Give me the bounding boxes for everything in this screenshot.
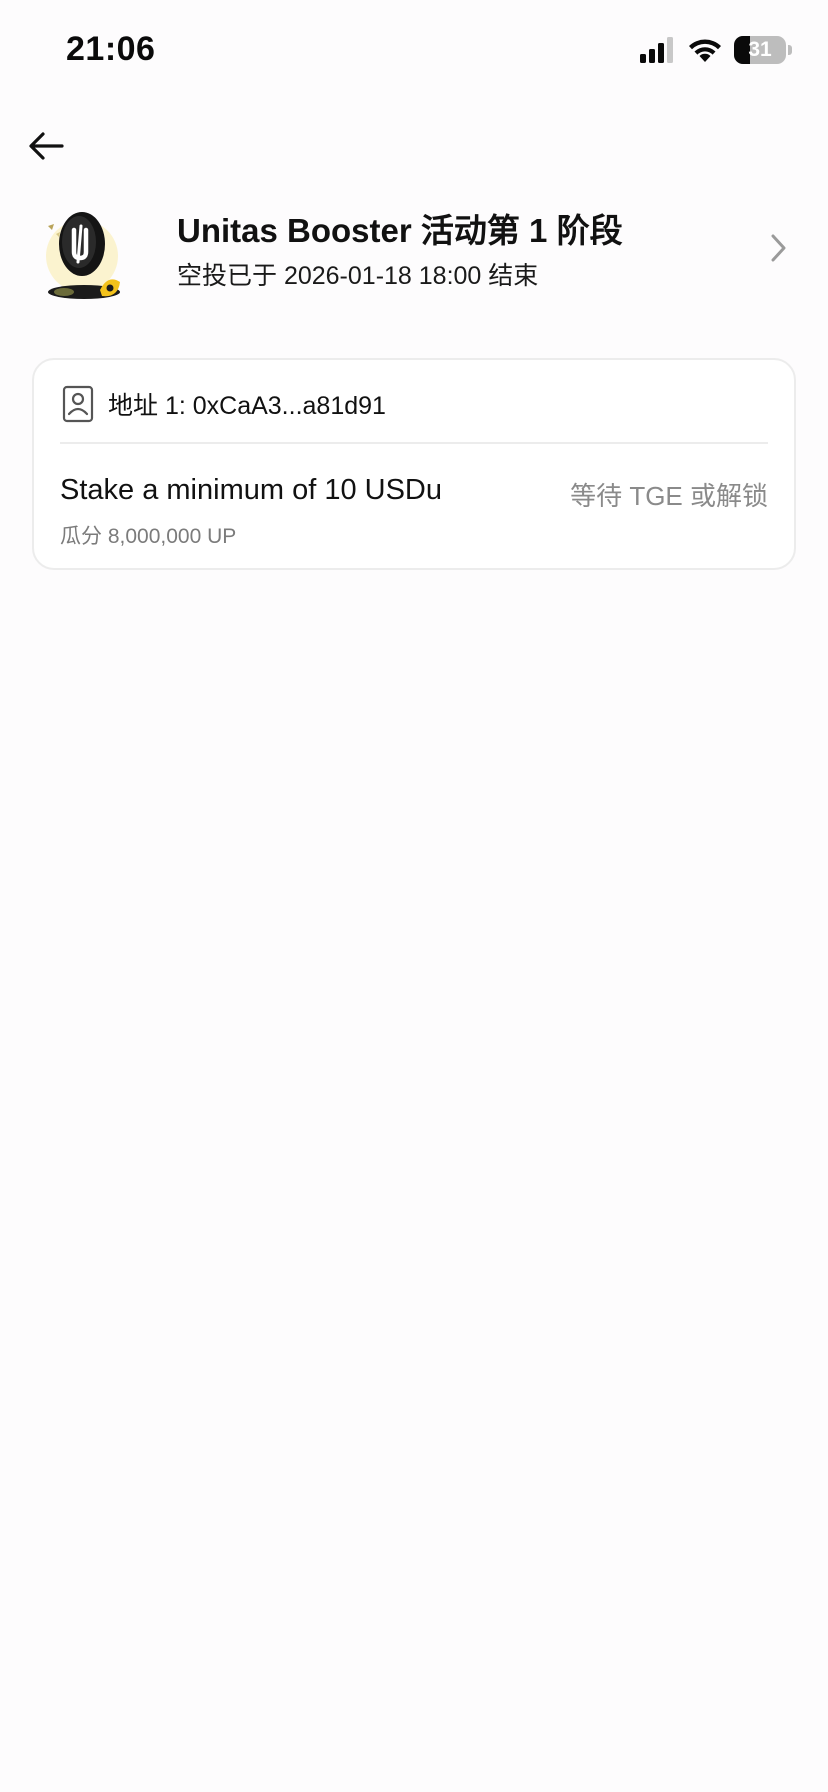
wallet-address: 地址 1: 0xCaA3...a81d91 [108,392,386,420]
status-time: 21:06 [66,30,156,68]
campaign-end-time: 空投已于 2026-01-18 18:00 结束 [177,262,539,290]
battery-level: 31 [748,38,772,61]
status-icons: 31 [640,36,792,64]
wifi-icon [689,39,721,62]
status-bar: 21:06 31 [0,0,828,100]
task-title: Stake a minimum of 10 USDu [60,474,442,506]
cellular-signal-icon [640,37,673,63]
battery-cap [788,45,792,55]
unitas-campaign-logo [46,212,120,299]
campaign-title: Unitas Booster 活动第 1 阶段 [177,212,623,249]
task-card: 地址 1: 0xCaA3...a81d91 Stake a minimum of… [32,358,796,570]
task-reward: 瓜分 8,000,000 UP [60,525,237,548]
card-divider [60,442,768,444]
address-row: 地址 1: 0xCaA3...a81d91 [60,382,768,426]
battery-icon: 31 [734,36,786,64]
arrow-left-icon [29,132,64,160]
chevron-right-icon [771,234,786,262]
back-button[interactable] [26,126,66,166]
task-status: 等待 TGE 或解锁 [570,481,768,511]
wallet-address-icon [62,385,94,423]
campaign-header[interactable]: Unitas Booster 活动第 1 阶段 空投已于 2026-01-18 … [32,196,802,302]
